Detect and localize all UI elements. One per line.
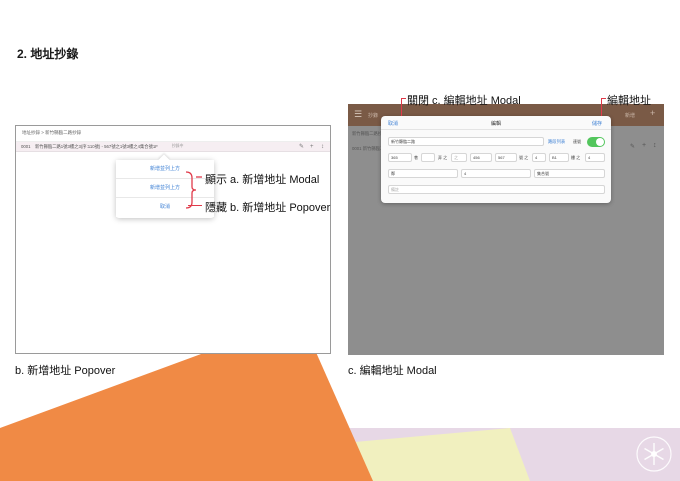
- edit-address-modal-screen: ☰ 抄錄 新增 + 新竹縣臨二路抄錄 0001 新竹縣臨二路 ✎ + ↕ 取消 …: [348, 104, 664, 355]
- neighborhood-field[interactable]: 鄰: [388, 169, 458, 178]
- expand-icon: ↕: [653, 142, 657, 149]
- alley-sub-field[interactable]: 之: [451, 153, 467, 162]
- panel-b-caption: b. 新增地址 Popover: [15, 365, 116, 377]
- toolbar-title: 抄錄: [368, 113, 379, 119]
- hide-popover-callout: 隱藏 b. 新增地址 Popover: [205, 202, 331, 214]
- alley-field[interactable]: [421, 153, 435, 162]
- number-from-field[interactable]: 456: [470, 153, 492, 162]
- plus-icon: +: [642, 142, 647, 149]
- modal-header: 取消 編輯 儲存: [381, 116, 611, 130]
- breadcrumb: 地址抄錄 > 新竹縣臨二路抄錄: [22, 130, 82, 135]
- panel-c-caption: c. 編輯地址 Modal: [348, 365, 437, 377]
- edit-icon: ✎: [630, 144, 636, 150]
- road-field[interactable]: 新竹縣臨二路: [388, 137, 544, 146]
- hide-popover-connector: [188, 205, 202, 207]
- consecutive-label: 連號: [573, 139, 581, 144]
- address-number: 0001: [21, 144, 31, 149]
- close-modal-connector-tick: [401, 98, 406, 100]
- alley-label: 弄 之: [438, 155, 448, 160]
- hamburger-icon[interactable]: ☰: [354, 109, 362, 120]
- address-text: 新竹縣臨二路1號3樓之3(序:110號) - 567號之1號3樓之4集合號1F: [35, 144, 158, 149]
- household-field[interactable]: 4: [461, 169, 531, 178]
- lane-label: 巷: [414, 155, 418, 160]
- lane-field[interactable]: 365: [388, 153, 412, 162]
- plus-icon[interactable]: +: [650, 108, 655, 118]
- floor-sub-field[interactable]: 4: [585, 153, 605, 162]
- number-to-field[interactable]: 567: [495, 153, 517, 162]
- modal-title: 編輯: [490, 121, 501, 127]
- section-title: 2. 地址抄錄: [17, 47, 79, 61]
- toolbar-add-label[interactable]: 新增: [625, 112, 635, 119]
- address-row[interactable]: 0001 新竹縣臨二路1號3樓之3(序:110號) - 567號之1號3樓之4集…: [16, 141, 330, 152]
- edit-address-callout: 編輯地址: [607, 95, 651, 107]
- show-modal-callout: 顯示 a. 新增地址 Modal: [205, 174, 320, 186]
- edit-address-modal: 取消 編輯 儲存 新竹縣臨二路 路段列表 連號 365 巷 弄 之 之 456 …: [381, 116, 611, 203]
- road-list-link[interactable]: 路段列表: [548, 139, 565, 145]
- expand-icon[interactable]: ↕: [321, 143, 324, 151]
- status-badge: 抄錄中: [172, 144, 184, 148]
- floor-field[interactable]: B1: [549, 153, 569, 162]
- edit-address-connector-tick: [601, 98, 606, 100]
- orange-shape: [0, 336, 373, 481]
- note-field[interactable]: 備註: [388, 185, 605, 194]
- edit-icon[interactable]: ✎: [299, 143, 304, 151]
- number-sub-label: 號 之: [519, 155, 529, 160]
- new-address-popover-screen: 地址抄錄 > 新竹縣臨二路抄錄 0001 新竹縣臨二路1號3樓之3(序:110號…: [15, 125, 331, 354]
- number-sub-field[interactable]: 4: [532, 153, 546, 162]
- close-modal-connector: [401, 98, 403, 116]
- close-modal-callout: 關閉 c. 編輯地址 Modal: [407, 95, 521, 107]
- edit-address-connector: [601, 98, 603, 116]
- plus-icon[interactable]: +: [310, 143, 314, 151]
- modal-save-button[interactable]: 儲存: [592, 120, 602, 127]
- consecutive-toggle[interactable]: [587, 137, 605, 147]
- complex-field[interactable]: 集合號: [534, 169, 605, 178]
- floor-sub-label: 樓 之: [571, 155, 581, 160]
- toggle-knob: [596, 138, 604, 146]
